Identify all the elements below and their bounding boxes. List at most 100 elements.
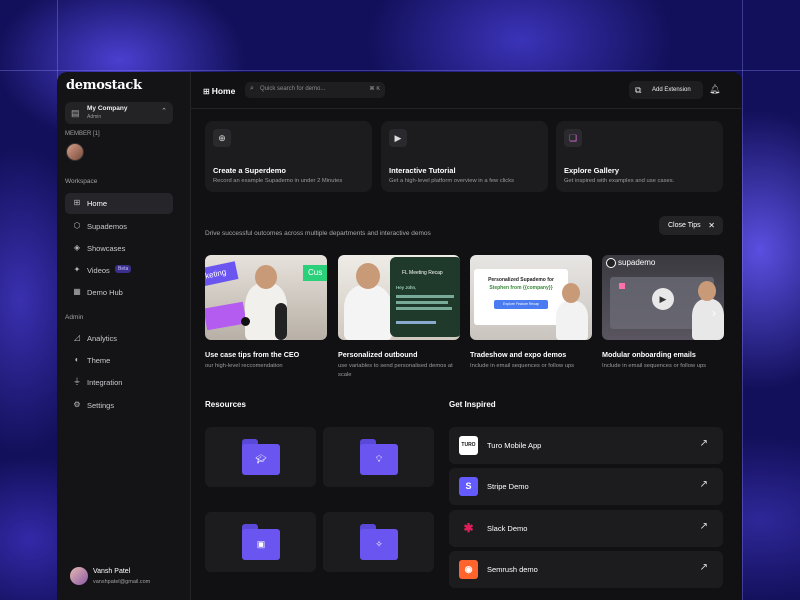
person-head — [698, 281, 716, 301]
video-thumbnail[interactable]: Personalized Supademo for Stephen from {… — [470, 255, 592, 340]
close-icon: ✕ — [708, 221, 715, 230]
sidebar-item-label: Analytics — [87, 334, 118, 343]
extension-icon: ⧉ — [635, 85, 642, 95]
lightbulb-icon: 💡︎ — [375, 454, 383, 464]
video-title: Personalized outbound — [338, 350, 418, 359]
user-avatar[interactable] — [70, 567, 88, 585]
quick-card-subtitle: Get a high-level platform overview in a … — [389, 178, 515, 184]
video-icon: ▣ — [256, 539, 266, 549]
semrush-logo: ◉ — [459, 560, 478, 579]
arrow-up-right-icon: ↗ — [699, 521, 708, 532]
sidebar-item-integration[interactable]: ⏚ Integration — [65, 372, 173, 393]
video-subtitle: Include in email sequences or follow ups — [470, 363, 575, 369]
folder-icon: ▣ — [242, 524, 280, 560]
video-thumbnail[interactable]: FL Meeting Recap Hey John, — [338, 255, 460, 340]
inspired-item-semrush[interactable]: ◉ Semrush demo ↗ — [449, 551, 723, 588]
chevron-updown-icon: ⌃ — [161, 108, 167, 115]
page-title-text: Home — [211, 86, 236, 96]
sidebar-item-supademos[interactable]: ⬡ Supademos — [65, 216, 173, 237]
chart-icon: ◿ — [73, 333, 81, 342]
person-head — [255, 265, 277, 289]
sidebar: demostack ▤ My Company Admin ⌃ MEMBER [1… — [57, 72, 185, 600]
top-bar: ⊞ Home ⌕ Quick search for demo... ⌘ K ⧉ A… — [191, 72, 742, 109]
page-title: ⊞ Home — [203, 86, 235, 96]
inspired-item-slack[interactable]: ✱ Slack Demo ↗ — [449, 510, 723, 547]
gallery-icon: ❏ — [564, 129, 582, 147]
quick-card-title: Create a Superdemo — [213, 166, 286, 175]
email-line — [396, 301, 448, 304]
home-grid-icon: ⊞ — [73, 198, 81, 207]
guide-line — [742, 0, 743, 600]
close-tips-button[interactable]: Close Tips ✕ — [659, 216, 723, 235]
bell-icon[interactable]: 🔔︎ — [709, 84, 720, 95]
sidebar-item-showcases[interactable]: ◈ Showcases — [65, 238, 173, 259]
cube-icon: ⬡ — [73, 221, 81, 230]
company-role: Admin — [87, 114, 102, 120]
graduation-cap-icon: 🎓︎ — [255, 454, 267, 464]
user-name: Vansh Patel — [93, 568, 131, 575]
video-subtitle: our high-level reccomendation — [205, 363, 283, 369]
search-input[interactable]: ⌕ Quick search for demo... ⌘ K — [245, 82, 385, 98]
resource-card[interactable]: 💡︎ — [323, 427, 434, 487]
user-email: vanshpatel@gmail.com — [93, 579, 151, 585]
arrow-up-right-icon: ↗ — [699, 438, 708, 449]
sidebar-item-label: Theme — [87, 356, 111, 365]
email-line — [396, 321, 436, 324]
add-extension-button[interactable]: ⧉ Add Extension — [629, 81, 703, 99]
layers-icon: ◈ — [73, 243, 81, 252]
video-title: Tradeshow and expo demos — [470, 350, 567, 359]
inspired-item-turo[interactable]: TURO Turo Mobile App ↗ — [449, 427, 723, 464]
thumb-tag: Cus — [303, 265, 327, 281]
folder-icon: 💡︎ — [360, 439, 398, 475]
inspired-item-label: Slack Demo — [487, 524, 528, 533]
quick-card-create-superdemo[interactable]: ⊕ Create a Superdemo Record an example S… — [205, 121, 372, 192]
resource-card[interactable]: ✧ — [323, 512, 434, 572]
app-window: demostack ▤ My Company Admin ⌃ MEMBER [1… — [57, 72, 742, 600]
microphone — [275, 303, 287, 340]
play-screen-icon: ▶ — [389, 129, 407, 147]
app-logo[interactable]: demostack — [66, 78, 142, 93]
admin-label: Admin — [65, 314, 84, 321]
quick-card-interactive-tutorial[interactable]: ▶ Interactive Tutorial Get a high-level … — [381, 121, 548, 192]
quick-card-explore-gallery[interactable]: ❏ Explore Gallery Get inspired with exam… — [556, 121, 723, 192]
sidebar-item-analytics[interactable]: ◿ Analytics — [65, 328, 173, 349]
company-switcher[interactable]: ▤ My Company Admin ⌃ — [65, 102, 173, 124]
home-grid-icon: ⊞ — [203, 87, 210, 96]
sidebar-item-home[interactable]: ⊞ Home — [65, 193, 173, 214]
sidebar-item-settings[interactable]: ⚙ Settings — [65, 395, 173, 416]
company-name: My Company — [87, 105, 128, 112]
resource-card[interactable]: ▣ — [205, 512, 316, 572]
screen-button: Explore Feature Recap — [494, 300, 548, 309]
inspired-item-label: Semrush demo — [487, 565, 538, 574]
sidebar-item-label: Supademos — [87, 222, 128, 231]
thumb-brand: supademo — [618, 258, 656, 267]
sparkle-icon: ✦ — [73, 265, 81, 274]
sidebar-item-theme[interactable]: ◐ Theme — [65, 350, 173, 371]
email-line — [396, 307, 452, 310]
inspired-item-stripe[interactable]: S Stripe Demo ↗ — [449, 468, 723, 505]
beta-badge: Beta — [115, 265, 132, 273]
email-heading: FL Meeting Recap — [402, 270, 443, 276]
sidebar-item-label: Demo Hub — [87, 288, 123, 297]
sidebar-item-demo-hub[interactable]: ▦ Demo Hub — [65, 282, 173, 303]
sidebar-item-label: Home — [87, 199, 108, 208]
person-silhouette — [344, 285, 392, 340]
thumb-tag: keting — [205, 261, 239, 287]
video-thumbnail[interactable]: supademo ▶ — [602, 255, 724, 340]
search-placeholder: Quick search for demo... — [260, 86, 326, 92]
video-thumbnail[interactable]: keting Cus — [205, 255, 327, 340]
screen-preview: Personalized Supademo for Stephen from {… — [474, 269, 568, 325]
slack-logo: ✱ — [463, 521, 474, 535]
workspace-label: Workspace — [65, 178, 98, 185]
chevron-right-icon[interactable]: › — [705, 304, 723, 322]
brand-mark — [606, 258, 616, 268]
thumb-shape — [205, 301, 247, 331]
play-icon[interactable]: ▶ — [652, 288, 674, 310]
get-inspired-title: Get Inspired — [449, 400, 496, 409]
resource-card[interactable]: 🎓︎ — [205, 427, 316, 487]
turo-logo: TURO — [459, 436, 478, 455]
member-avatar[interactable] — [66, 143, 84, 161]
sidebar-item-label: Videos — [87, 266, 110, 275]
quick-card-title: Explore Gallery — [564, 166, 620, 175]
sidebar-item-videos[interactable]: ✦ Videos Beta — [65, 260, 173, 281]
